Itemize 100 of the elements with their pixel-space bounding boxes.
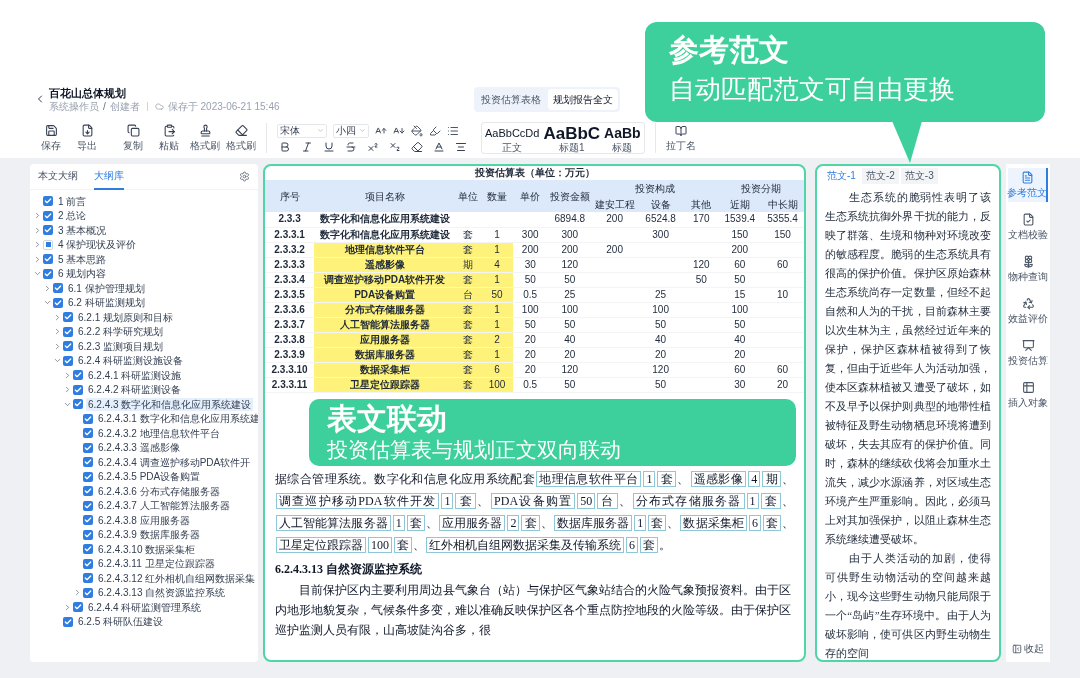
view-tab[interactable]: 规划报告全文 [548, 88, 618, 110]
linked-unit[interactable]: 套 [406, 514, 425, 531]
outline-item[interactable]: 3 基本概况 [56, 223, 109, 237]
outline-item[interactable]: 6.2.4.3.3 遥感影像 [96, 441, 182, 455]
side-tool-button[interactable]: 文档校验 [1008, 210, 1048, 244]
strikethrough-icon[interactable] [345, 140, 357, 153]
linked-unit[interactable]: 套 [640, 536, 658, 553]
superscript-icon[interactable] [367, 140, 379, 153]
view-tab[interactable]: 投资估算表格 [476, 88, 546, 110]
checkbox[interactable] [83, 529, 93, 540]
font-select[interactable]: 宋体 [277, 123, 327, 138]
caret-icon[interactable] [33, 225, 42, 235]
outline-item[interactable]: 6.2.2 科学研究规划 [76, 325, 166, 339]
outline-item[interactable]: 6.2.4.3.11 卫星定位跟踪器 [96, 557, 217, 571]
caret-icon[interactable] [63, 602, 72, 612]
linked-quantity[interactable]: 2 [507, 514, 520, 531]
outline-item[interactable]: 6.2.4.3.5 PDA设备购置 [96, 470, 203, 484]
side-tool-button[interactable]: 物种查询 [1008, 252, 1048, 286]
caret-icon[interactable] [63, 385, 72, 395]
linked-item[interactable]: 调查巡护移动PDA软件开发 [276, 492, 440, 509]
outline-item[interactable]: 6.2.4.3.13 自然资源监控系统 [96, 586, 228, 600]
checkbox[interactable] [83, 587, 93, 598]
caret-icon[interactable] [33, 211, 42, 221]
style-option[interactable]: AaBb 标题 [603, 125, 642, 153]
style-option[interactable]: AaBbC 标题1 [542, 125, 602, 153]
linked-unit[interactable]: 套 [521, 514, 540, 531]
side-tool-button[interactable]: 投资估算 [1008, 336, 1048, 370]
side-tool-button[interactable]: 参考范文 [1008, 168, 1048, 202]
linked-quantity[interactable]: 4 [748, 470, 761, 487]
outline-item[interactable]: 6.2.4.3.12 红外相机自组网数据采集 [96, 571, 258, 585]
grow-font-icon[interactable] [375, 124, 387, 137]
fill-icon[interactable] [411, 124, 423, 137]
outline-tab[interactable]: 大纲库 [94, 164, 124, 190]
linked-unit[interactable]: 套 [394, 536, 412, 553]
bold-icon[interactable] [279, 140, 291, 153]
linked-item[interactable]: 应用服务器 [439, 514, 506, 531]
outline-item[interactable]: 5 基本思路 [56, 252, 109, 266]
toolbar-button[interactable]: 导出 [72, 124, 102, 152]
checkbox[interactable] [73, 384, 83, 395]
subscript-icon[interactable] [389, 140, 401, 153]
checkbox[interactable] [83, 413, 93, 424]
outline-item[interactable]: 6.2 科研监测规划 [66, 296, 147, 310]
toolbar-button[interactable]: 粘贴 [154, 124, 184, 152]
outline-item[interactable]: 6 规划内容 [56, 267, 109, 281]
checkbox[interactable] [83, 515, 93, 526]
outline-item[interactable]: 6.2.4.3 数字化和信息化应用系统建设 [86, 397, 254, 411]
shrink-font-icon[interactable] [393, 124, 405, 137]
outline-item[interactable]: 6.2.4.4 科研监测管理系统 [86, 600, 204, 614]
linked-quantity[interactable]: 1 [392, 514, 405, 531]
outline-item[interactable]: 6.2.4.3.4 调查巡护移动PDA软件开 [96, 455, 253, 469]
linked-item[interactable]: 地理信息软件平台 [536, 470, 642, 487]
linked-quantity[interactable]: 1 [746, 492, 759, 509]
linked-quantity[interactable]: 100 [368, 536, 392, 553]
linked-item[interactable]: 遥感影像 [690, 470, 747, 487]
style-option[interactable]: AaBbCcDd 正文 [484, 125, 541, 153]
checkbox[interactable] [63, 312, 73, 323]
outline-item[interactable]: 6.2.4 科研监测设施设备 [76, 354, 186, 368]
italic-icon[interactable] [301, 140, 313, 153]
checkbox[interactable] [83, 486, 93, 497]
checkbox[interactable] [43, 225, 53, 236]
checkbox[interactable] [83, 457, 93, 468]
linked-item[interactable]: 数据库服务器 [553, 514, 633, 531]
outline-item[interactable]: 6.2.4.3.10 数据采集柜 [96, 542, 198, 556]
caret-icon[interactable] [53, 327, 62, 337]
linked-quantity[interactable]: 50 [577, 492, 596, 509]
outline-item[interactable]: 6.2.4.3.2 地理信息软件平台 [96, 426, 222, 440]
linked-quantity[interactable]: 6 [626, 536, 638, 553]
size-select[interactable]: 小四 [333, 123, 369, 138]
outline-item[interactable]: 6.2.4.3.8 应用服务器 [96, 513, 192, 527]
linked-quantity[interactable]: 1 [441, 492, 454, 509]
caret-icon[interactable] [73, 588, 82, 598]
outline-item[interactable]: 6.2.4.2 科研监测设备 [86, 383, 184, 397]
checkbox[interactable] [73, 370, 83, 381]
outline-item[interactable]: 6.2.4.3.7 人工智能算法服务器 [96, 499, 232, 513]
outline-item[interactable]: 6.2.4.1 科研监测设施 [86, 368, 184, 382]
checkbox[interactable] [63, 326, 73, 337]
checkbox[interactable] [53, 283, 63, 294]
linked-item[interactable]: 人工智能算法服务器 [276, 514, 391, 531]
caret-icon[interactable] [43, 283, 52, 293]
align-icon[interactable] [455, 140, 467, 153]
toolbar-button[interactable]: 格式刷 [226, 124, 256, 152]
checkbox[interactable] [63, 355, 73, 366]
caret-icon[interactable] [33, 240, 42, 250]
latin-name-button[interactable]: 拉丁名 [665, 124, 696, 152]
caret-icon[interactable] [53, 312, 62, 322]
caret-icon[interactable] [33, 254, 42, 264]
outline-item[interactable]: 6.1 保护管理规划 [66, 281, 147, 295]
checkbox[interactable] [83, 573, 93, 584]
checkbox[interactable] [43, 254, 53, 265]
sample-tab[interactable]: 范文-3 [900, 168, 938, 184]
checkbox[interactable] [83, 428, 93, 439]
sample-tab[interactable]: 范文-2 [861, 168, 899, 184]
linked-unit[interactable]: 套 [657, 470, 677, 487]
outline-item[interactable]: 2 总论 [56, 209, 89, 223]
checkbox[interactable] [73, 602, 83, 613]
linked-unit[interactable]: 台 [597, 492, 618, 509]
underline-icon[interactable] [323, 140, 335, 153]
collapse-button[interactable]: 收起 [1012, 641, 1044, 656]
checkbox[interactable] [53, 297, 63, 308]
outline-item[interactable]: 6.2.5 科研队伍建设 [76, 615, 166, 629]
